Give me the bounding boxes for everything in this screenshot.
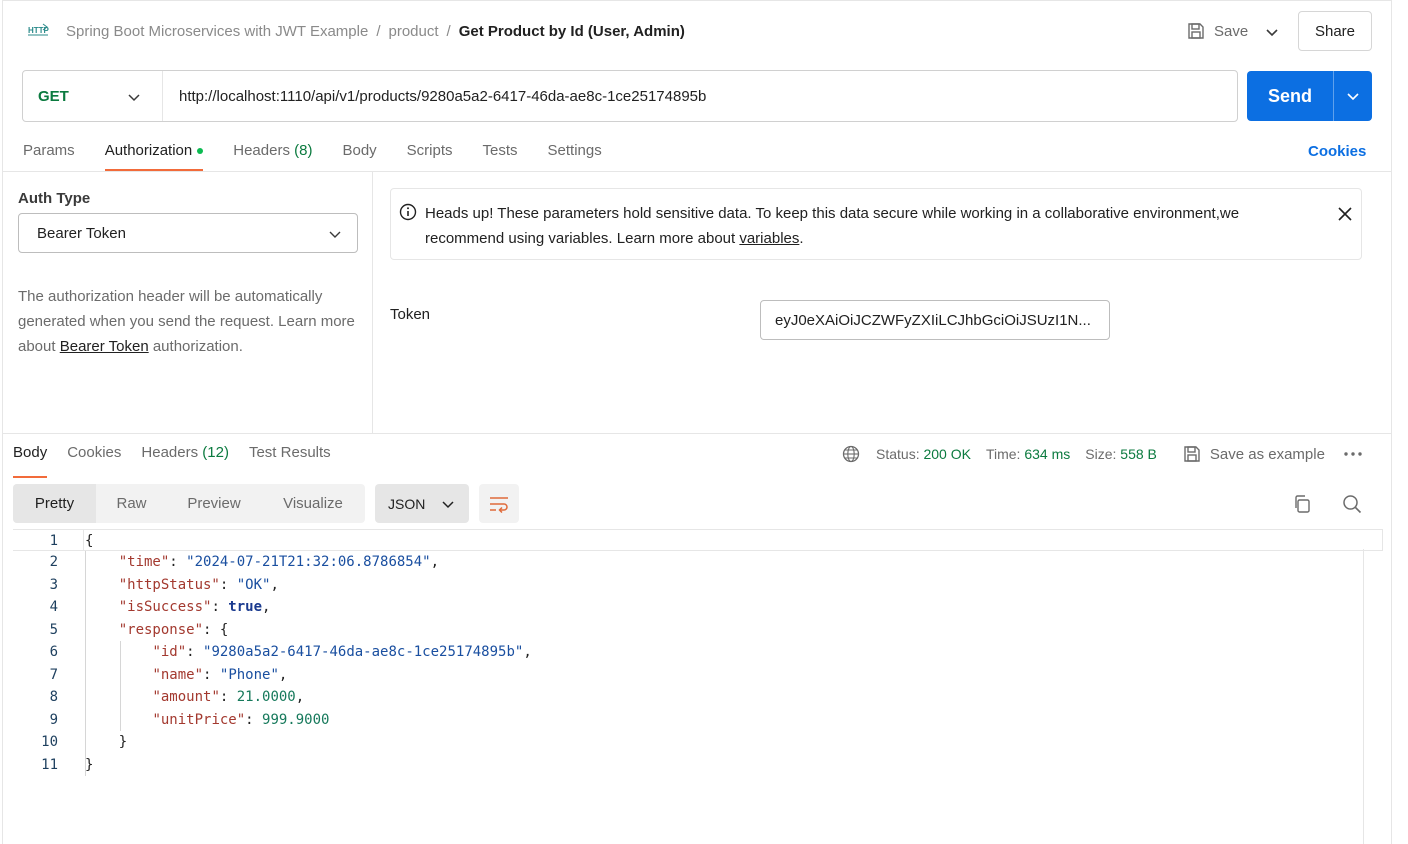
code-line: 7 "name": "Phone", [49,667,288,683]
active-indicator-dot [197,148,204,155]
json-value-amount: 21.0000 [236,689,296,705]
response-tabs: Body Cookies Headers (12) Test Results [13,444,351,478]
request-header: HTTP Spring Boot Microservices with JWT … [0,0,1408,62]
divider [3,433,1391,434]
code-line: 5 "response": { [49,622,229,638]
bearer-token-link[interactable]: Bearer Token [60,338,149,355]
method-value: GET [38,87,69,105]
json-value-unitprice: 999.9000 [262,712,330,728]
view-tab-visualize[interactable]: Visualize [261,484,365,523]
response-body-viewer[interactable]: 1{ 2 "time": "2024-07-21T21:32:06.878685… [13,529,1383,844]
info-icon [399,203,417,221]
json-value-issuccess: true [228,599,263,615]
scrollbar-track[interactable] [1363,549,1364,844]
tab-settings[interactable]: Settings [548,140,602,172]
share-button[interactable]: Share [1298,11,1372,51]
tab-response-headers[interactable]: Headers (12) [141,444,229,470]
view-mode-tabs: Pretty Raw Preview Visualize [13,484,365,523]
view-tab-pretty[interactable]: Pretty [13,484,96,523]
save-icon [1188,23,1204,39]
json-value-name: Phone [228,667,271,683]
notice-text: Heads up! These parameters hold sensitiv… [425,205,1240,247]
breadcrumb-collection[interactable]: Spring Boot Microservices with JWT Examp… [66,23,368,40]
save-as-example-button[interactable]: Save as example [1182,444,1325,464]
auth-description: The authorization header will be automat… [18,288,355,355]
code-line: 4 "isSuccess": true, [49,599,271,615]
auth-type-label: Auth Type [18,190,91,207]
http-request-icon: HTTP [28,22,50,40]
send-button[interactable]: Send [1247,71,1372,121]
wrap-lines-icon [490,496,508,513]
request-title[interactable]: Get Product by Id (User, Admin) [459,23,685,40]
token-label: Token [390,306,431,323]
save-options-chevron-down-icon[interactable] [1262,22,1282,42]
breadcrumb: Spring Boot Microservices with JWT Examp… [66,23,685,40]
code-line: 6 "id": "9280a5a2-6417-46da-ae8c-1ce2517… [49,644,532,660]
save-label: Save [1214,22,1249,40]
tab-response-body[interactable]: Body [13,444,48,478]
view-tab-preview[interactable]: Preview [167,484,261,523]
tab-response-cookies[interactable]: Cookies [67,444,121,470]
chevron-down-icon [442,501,454,509]
response-size[interactable]: Size: 558 B [1085,446,1157,462]
url-input[interactable] [163,71,1237,121]
tab-body[interactable]: Body [342,140,376,172]
tab-test-results[interactable]: Test Results [249,444,331,470]
more-options-icon[interactable] [1343,451,1363,457]
response-time[interactable]: Time: 634 ms [986,446,1070,462]
status-badge[interactable]: Status: 200 OK [876,446,971,462]
copy-icon[interactable] [1292,494,1312,514]
close-icon[interactable] [1337,206,1353,222]
json-value-httpstatus: OK [245,577,263,593]
json-value-id: 9280a5a2-6417-46da-ae8c-1ce25174895b [211,644,515,660]
json-value-time: 2024-07-21T21:32:06.8786854 [194,554,423,570]
token-input[interactable] [760,300,1110,340]
auth-type-value: Bearer Token [37,224,126,242]
tab-params[interactable]: Params [23,140,75,172]
method-select[interactable]: GET [23,71,163,121]
save-icon [1184,446,1200,462]
globe-icon[interactable] [842,445,860,463]
view-tab-raw[interactable]: Raw [96,484,167,523]
chevron-down-icon [128,94,140,102]
response-meta: Status: 200 OK Time: 634 ms Size: 558 B … [842,443,1363,465]
format-select[interactable]: JSON [375,484,469,523]
request-tabs: Params Authorization Headers (8) Body Sc… [23,140,632,172]
send-options-chevron-down-icon[interactable] [1334,89,1372,103]
auth-type-panel: Auth Type Bearer Token The authorization… [3,172,373,434]
save-button[interactable]: Save [1186,20,1248,42]
tab-authorization[interactable]: Authorization [104,140,204,172]
tab-headers[interactable]: Headers (8) [233,140,312,172]
breadcrumb-folder[interactable]: product [389,23,439,40]
url-bar: GET [22,70,1238,122]
auth-type-select[interactable]: Bearer Token [18,213,358,253]
code-line: 3 "httpStatus": "OK", [49,577,279,593]
tab-scripts[interactable]: Scripts [407,140,453,172]
format-value: JSON [388,495,426,512]
code-line: 2 "time": "2024-07-21T21:32:06.8786854", [49,554,440,570]
code-line: 9 "unitPrice": 999.9000 [49,712,330,728]
code-line: 1{ [13,529,1383,551]
code-line: 11} [41,757,94,773]
chevron-down-icon [329,231,341,238]
tab-tests[interactable]: Tests [483,140,518,172]
code-line: 8 "amount": 21.0000, [49,689,305,705]
cookies-link[interactable]: Cookies [1308,143,1366,160]
wrap-lines-button[interactable] [479,484,519,523]
code-line: 10 } [41,734,128,750]
send-label: Send [1267,85,1312,106]
sensitive-data-notice: Heads up! These parameters hold sensitiv… [390,188,1362,260]
variables-link[interactable]: variables [739,230,799,247]
search-icon[interactable] [1342,494,1362,514]
